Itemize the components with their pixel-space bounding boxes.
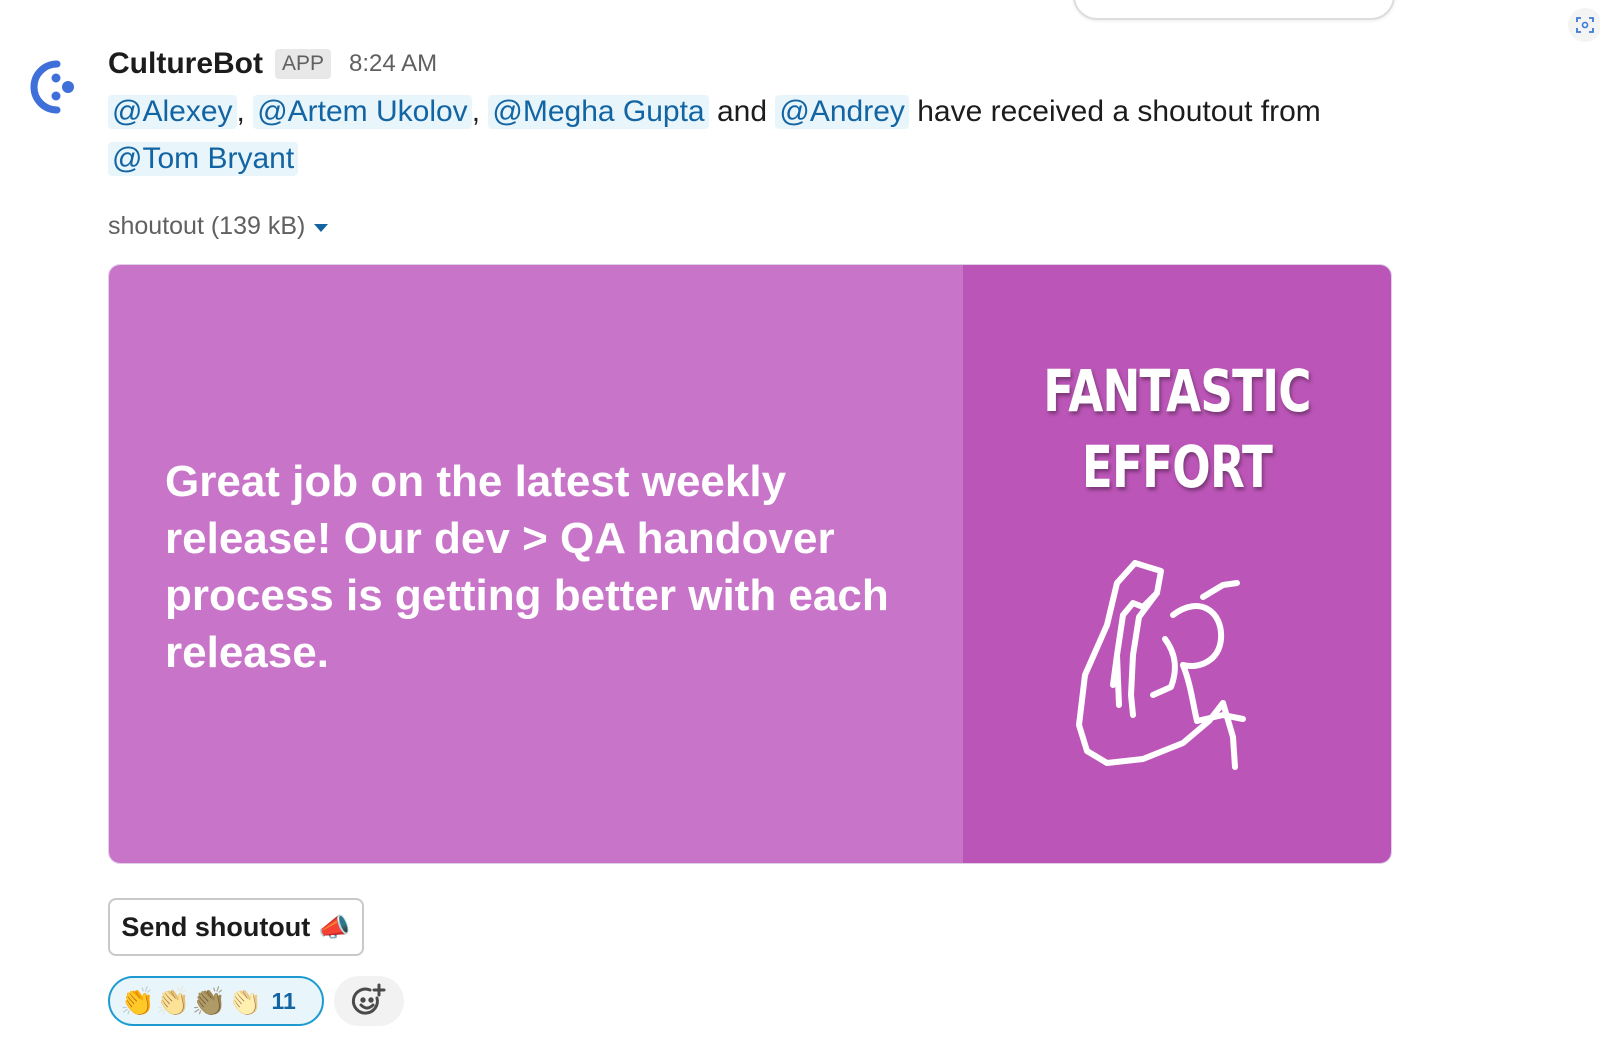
card-message-panel: Great job on the latest weekly release! … bbox=[109, 265, 963, 863]
sender-name[interactable]: CultureBot bbox=[108, 47, 263, 81]
message-header: CultureBot APP 8:24 AM bbox=[108, 44, 437, 84]
comma-separator: , bbox=[236, 95, 245, 128]
flexed-bicep-icon bbox=[1073, 555, 1283, 785]
mention-artem-ukolov[interactable]: @Artem Ukolov bbox=[253, 95, 472, 129]
card-title-panel: FANTASTIC EFFORT bbox=[963, 265, 1391, 863]
send-shoutout-button[interactable]: Send shoutout 📣 bbox=[108, 898, 364, 956]
attachment-toggle[interactable]: shoutout (139 kB) bbox=[108, 212, 329, 241]
caret-down-icon[interactable] bbox=[313, 212, 329, 241]
culturebot-logo-icon[interactable] bbox=[28, 58, 80, 116]
card-title-line2: EFFORT bbox=[1081, 433, 1273, 501]
message-text: @Alexey, @Artem Ukolov, @Megha Gupta and… bbox=[108, 88, 1398, 182]
comma-separator: , bbox=[471, 95, 481, 128]
megaphone-icon: 📣 bbox=[318, 911, 351, 942]
clap-reaction-pill[interactable]: 👏 👏 👏 👏 11 bbox=[108, 976, 324, 1026]
screenshot-scan-icon[interactable] bbox=[1568, 8, 1600, 42]
clap-icon: 👏 bbox=[191, 985, 227, 1017]
mention-tom-bryant[interactable]: @Tom Bryant bbox=[108, 142, 299, 176]
card-title-line1: FANTASTIC bbox=[1043, 357, 1311, 425]
mention-alexey[interactable]: @Alexey bbox=[108, 95, 237, 129]
app-badge: APP bbox=[274, 49, 332, 79]
send-shoutout-label: Send shoutout bbox=[121, 911, 311, 942]
and-word: and bbox=[716, 95, 768, 128]
clap-icon: 👏 bbox=[227, 985, 263, 1017]
clap-icon: 👏 bbox=[120, 985, 155, 1017]
reaction-count: 11 bbox=[271, 987, 296, 1014]
mention-andrey[interactable]: @Andrey bbox=[775, 95, 909, 129]
clap-icon: 👏 bbox=[155, 985, 191, 1017]
top-pill-button[interactable] bbox=[1073, 0, 1395, 20]
card-message: Great job on the latest weekly release! … bbox=[165, 457, 889, 677]
add-reaction-icon[interactable] bbox=[334, 976, 404, 1026]
card-title: FANTASTIC EFFORT bbox=[1010, 353, 1344, 505]
shoutout-image-card[interactable]: Great job on the latest weekly release! … bbox=[108, 264, 1392, 864]
attachment-label: shoutout (139 kB) bbox=[108, 212, 306, 240]
message-tail: have received a shoutout from bbox=[917, 95, 1321, 128]
timestamp[interactable]: 8:24 AM bbox=[349, 50, 437, 78]
mention-megha-gupta[interactable]: @Megha Gupta bbox=[488, 95, 709, 129]
